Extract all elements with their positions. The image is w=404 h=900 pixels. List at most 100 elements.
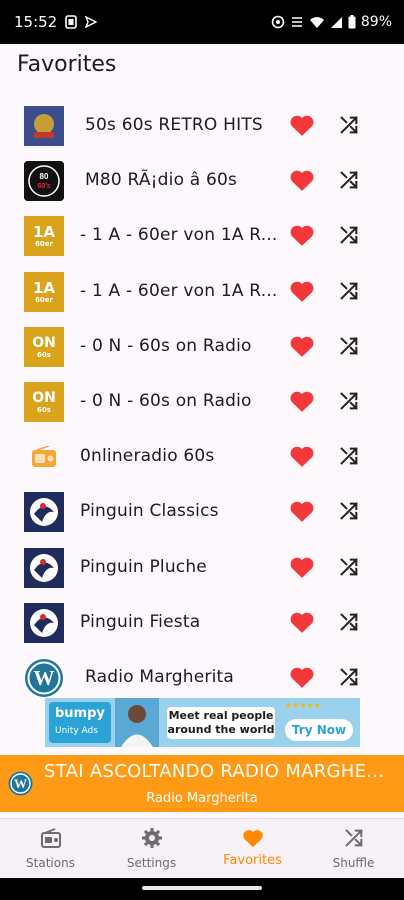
- favorite-heart-icon[interactable]: [289, 334, 315, 358]
- station-row[interactable]: ON 60s - 0 N - 60s on Radio: [0, 319, 404, 374]
- now-playing-bar[interactable]: W STAI ASCOLTANDO RADIO MARGHE... Radio …: [0, 755, 404, 812]
- pinguin-logo: [24, 602, 64, 643]
- ad-brand-logo: bumpy Unity Ads: [49, 702, 111, 743]
- on-logo-text: ON: [32, 389, 56, 406]
- tab-label: Settings: [126, 856, 177, 870]
- m80-logo-text: 80: [40, 172, 49, 181]
- station-name: Pinguin Fiesta: [80, 611, 201, 632]
- shuffle-icon[interactable]: [338, 280, 360, 302]
- favorite-heart-icon[interactable]: [289, 499, 315, 523]
- wordpress-logo: W: [24, 658, 64, 698]
- ad-cta-button[interactable]: Try Now: [285, 719, 353, 741]
- station-row[interactable]: 80 60's M80 RÃ¡dio â 60s: [0, 153, 404, 208]
- sync-icon: [271, 15, 285, 29]
- now-playing-station: Radio Margherita: [146, 791, 258, 806]
- shuffle-icon[interactable]: [338, 500, 360, 522]
- favorite-heart-icon[interactable]: [289, 279, 315, 303]
- favorite-heart-icon[interactable]: [289, 113, 315, 137]
- tab-label: Shuffle: [332, 856, 375, 870]
- station-name: Pinguin Classics: [80, 501, 219, 522]
- shuffle-icon[interactable]: [338, 390, 360, 412]
- favorite-heart-icon[interactable]: [289, 389, 315, 413]
- on-logo-subtext: 60s: [37, 405, 51, 414]
- status-time: 15:52: [14, 13, 58, 31]
- favorite-heart-icon[interactable]: [289, 223, 315, 247]
- favorite-heart-icon[interactable]: [289, 665, 315, 689]
- ad-person-image: [115, 698, 159, 747]
- gear-icon: [141, 827, 163, 849]
- on-logo-subtext: 60s: [37, 350, 51, 359]
- 1a-logo-subtext: 60er: [35, 295, 53, 304]
- station-name: M80 RÃ¡dio â 60s: [85, 170, 238, 191]
- station-name: - 1 A - 60er von 1A R...: [80, 225, 278, 246]
- data-saver-icon: [290, 15, 304, 29]
- system-nav-bar: [0, 878, 404, 900]
- station-row[interactable]: Pinguin Classics: [0, 484, 404, 539]
- shuffle-icon[interactable]: [338, 169, 360, 191]
- favorite-heart-icon[interactable]: [289, 610, 315, 634]
- home-gesture-handle[interactable]: [142, 886, 262, 890]
- m80-logo-subtext: 60's: [37, 183, 50, 190]
- station-name: - 0 N - 60s on Radio: [80, 335, 252, 356]
- station-row[interactable]: Pinguin Fiesta: [0, 595, 404, 650]
- on-logo: ON 60s: [24, 381, 64, 422]
- station-name: - 0 N - 60s on Radio: [80, 390, 252, 411]
- shuffle-icon[interactable]: [338, 445, 360, 467]
- svg-text:W: W: [34, 666, 55, 690]
- tab-favorites[interactable]: Favorites: [202, 819, 303, 878]
- wifi-icon: [309, 16, 325, 29]
- station-row[interactable]: 1A 60er - 1 A - 60er von 1A R...: [0, 208, 404, 263]
- station-name: 50s 60s RETRO HITS: [85, 115, 263, 135]
- shuffle-icon[interactable]: [338, 556, 360, 578]
- ad-brand: bumpy: [55, 706, 105, 721]
- bottom-navigation: Stations Settings Favorites Shuffle: [0, 818, 404, 878]
- shuffle-icon[interactable]: [338, 666, 360, 688]
- m80-logo: 80 60's: [24, 161, 64, 202]
- pinguin-logo: [24, 547, 64, 588]
- station-row[interactable]: 0nlineradio 60s: [0, 429, 404, 484]
- notification-icon: [65, 15, 78, 29]
- shuffle-icon[interactable]: [338, 114, 360, 136]
- favorite-heart-icon[interactable]: [289, 168, 315, 192]
- station-row[interactable]: ON 60s - 0 N - 60s on Radio: [0, 374, 404, 429]
- 1a-logo-text: 1A: [32, 278, 56, 297]
- favorite-heart-icon[interactable]: [289, 555, 315, 579]
- battery-icon: [348, 15, 356, 29]
- station-row[interactable]: 50s 60s RETRO HITS: [0, 98, 404, 153]
- 1a-logo-subtext: 60er: [35, 240, 53, 249]
- svg-text:W: W: [14, 776, 27, 791]
- station-name: Radio Margherita: [85, 666, 234, 687]
- radio-logo: [24, 437, 64, 477]
- station-row[interactable]: 1A 60er - 1 A - 60er von 1A R...: [0, 264, 404, 319]
- now-playing-title: STAI ASCOLTANDO RADIO MARGHE...: [44, 761, 385, 782]
- send-icon: [85, 16, 98, 28]
- app-screen: Favorites 50s 60s RETRO HITS 80 60's M80 RÃ…: [0, 44, 404, 878]
- tab-settings[interactable]: Settings: [101, 819, 202, 878]
- battery-percent: 89%: [360, 14, 392, 30]
- favorite-heart-icon[interactable]: [289, 444, 315, 468]
- tab-label: Favorites: [223, 853, 282, 868]
- station-row[interactable]: Pinguin Pluche: [0, 540, 404, 595]
- shuffle-icon: [343, 827, 365, 849]
- radio-icon: [40, 827, 62, 849]
- shuffle-icon[interactable]: [338, 335, 360, 357]
- tab-label: Stations: [26, 856, 75, 870]
- shuffle-icon[interactable]: [338, 224, 360, 246]
- 1a-logo-text: 1A: [32, 223, 56, 242]
- tab-shuffle[interactable]: Shuffle: [303, 819, 404, 878]
- station-name: Pinguin Pluche: [80, 556, 207, 577]
- pinguin-logo: [24, 492, 64, 533]
- heart-icon: [242, 827, 264, 849]
- favorites-list: 50s 60s RETRO HITS 80 60's M80 RÃ¡dio â 60s…: [0, 98, 404, 705]
- ad-rating: ★★★★★: [285, 701, 321, 710]
- page-title: Favorites: [17, 52, 117, 77]
- 1a-logo: 1A 60er: [24, 216, 64, 257]
- station-row[interactable]: W Radio Margherita: [0, 650, 404, 705]
- ad-sponsor: Unity Ads: [55, 726, 98, 736]
- signal-icon: [330, 16, 343, 29]
- station-name: - 1 A - 60er von 1A R...: [80, 280, 278, 301]
- ad-banner[interactable]: bumpy Unity Ads Meet real people around …: [45, 698, 360, 747]
- shuffle-icon[interactable]: [338, 611, 360, 633]
- 1a-logo: 1A 60er: [24, 271, 64, 312]
- tab-stations[interactable]: Stations: [0, 819, 101, 878]
